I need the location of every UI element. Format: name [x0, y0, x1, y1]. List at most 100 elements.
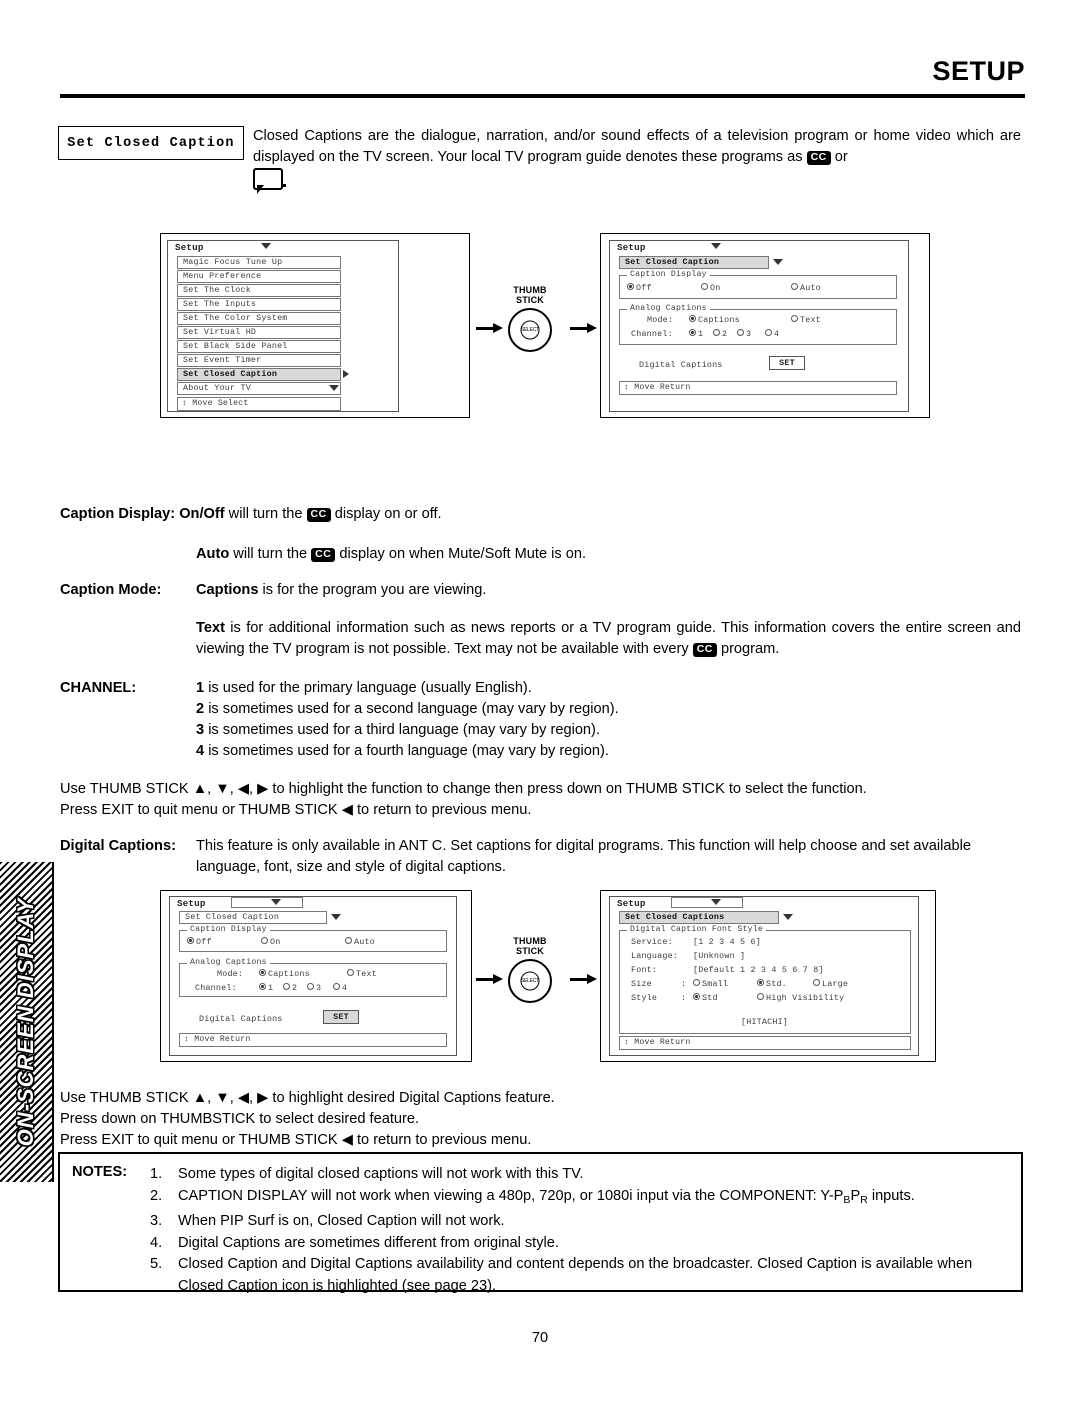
osd3-mode-captions-radio[interactable]	[259, 969, 266, 976]
set-closed-caption-heading: Set Closed Caption	[58, 126, 244, 160]
osd4-preview-text: [HITACHI]	[741, 1017, 789, 1027]
note-1-num: 1.	[150, 1166, 163, 1182]
menu-item-menu-preference[interactable]: Menu Preference	[177, 270, 341, 283]
analog-mode-text-radio[interactable]	[791, 315, 798, 322]
osd3-move-updown-icon: ↕	[184, 1035, 190, 1044]
channel-2-text: is sometimes used for a second language …	[208, 701, 619, 717]
caption-display-desc-rest: will turn the	[228, 506, 303, 522]
notes-label: NOTES:	[72, 1164, 128, 1180]
osd4-size-small-label: Small	[702, 979, 729, 989]
osd4-style-high-visibility-label: High Visibility	[766, 993, 845, 1003]
osd3-title-row[interactable]	[231, 897, 303, 908]
note-5-num: 5.	[150, 1256, 163, 1272]
osd3-caption-display-off-radio[interactable]	[187, 937, 194, 944]
analog-channel-2-radio[interactable]	[713, 329, 720, 336]
caption-display-auto-radio[interactable]	[791, 283, 798, 290]
osd2-chevron-down-icon	[711, 243, 721, 249]
channel-4-num: 4	[196, 743, 205, 759]
thumbstick-knob-icon: SELECT	[508, 308, 552, 352]
note-item-3: 3. When PIP Surf is on, Closed Caption w…	[150, 1211, 1010, 1233]
analog-captions-group-label: Analog Captions	[627, 304, 710, 313]
note-3-text: When PIP Surf is on, Closed Caption will…	[178, 1213, 505, 1229]
osd3-mode-captions-label: Captions	[268, 969, 310, 979]
analog-channel-label: Channel:	[631, 329, 673, 339]
menu-item-set-the-inputs[interactable]: Set The Inputs	[177, 298, 341, 311]
digital-captions-label-text: Digital Captions:	[60, 838, 176, 854]
caption-display-on-radio[interactable]	[701, 283, 708, 290]
analog-channel-3-radio[interactable]	[737, 329, 744, 336]
osd4-service-value[interactable]: [1 2 3 4 5 6]	[693, 937, 761, 947]
thumbstick-label-line1: THUMB	[513, 285, 547, 295]
osd3-caption-display-auto-label: Auto	[354, 937, 375, 947]
auto-desc-tail: display on when Mute/Soft Mute is on.	[339, 546, 587, 562]
analog-channel-4-radio[interactable]	[765, 329, 772, 336]
flow-arrow-right-2	[570, 974, 597, 983]
osd4-chevron-down-icon	[711, 899, 721, 905]
captions-description: Captions is for the program you are view…	[196, 580, 1026, 601]
osd4-size-std-radio[interactable]	[757, 979, 764, 986]
note-4-text: Digital Captions are sometimes different…	[178, 1234, 559, 1251]
note-item-5: 5. Closed Caption and Digital Captions a…	[150, 1254, 1010, 1297]
digital-captions-set-button[interactable]: SET	[769, 356, 805, 370]
osd3-channel-2-radio[interactable]	[283, 983, 290, 990]
osd1-scroll-down-icon[interactable]	[329, 385, 339, 391]
analog-mode-captions-label: Captions	[698, 315, 740, 325]
osd3-channel-4-radio[interactable]	[333, 983, 340, 990]
analog-channel-4-label: 4	[774, 329, 780, 339]
osd4-style-std-radio[interactable]	[693, 993, 700, 1000]
flow-arrow-right-1	[570, 323, 597, 332]
caption-display-off-radio[interactable]	[627, 283, 634, 290]
osd4-footer: ↕ Move Return	[619, 1036, 911, 1050]
osd4-selected-row[interactable]: Set Closed Captions	[619, 911, 779, 924]
captions-desc-rest: is for the program you are viewing.	[262, 582, 487, 598]
menu-item-set-the-color-system[interactable]: Set The Color System	[177, 312, 341, 325]
osd3-mode-text-label: Text	[356, 969, 377, 979]
osd4-size-label: Size	[631, 979, 652, 989]
osd-screen-closed-caption-2: Setup Set Closed Caption Caption Display…	[160, 890, 472, 1062]
osd4-size-large-radio[interactable]	[813, 979, 820, 986]
flow-arrow-left-2	[476, 974, 503, 983]
osd4-style-std-label: Std	[702, 993, 718, 1003]
title-divider	[60, 94, 1025, 98]
analog-channel-1-radio[interactable]	[689, 329, 696, 336]
osd2-selected-row[interactable]: Set Closed Caption	[619, 256, 769, 269]
caption-display-off-label: Off	[636, 283, 652, 293]
osd3-channel-3-radio[interactable]	[307, 983, 314, 990]
cc-icon-4: CC	[692, 643, 717, 657]
note-item-4: 4. Digital Captions are sometimes differ…	[150, 1233, 1010, 1255]
osd3-mode-text-radio[interactable]	[347, 969, 354, 976]
thumbstick-diagram-1: THUMB STICK SELECT	[495, 285, 565, 352]
osd4-language-label: Language:	[631, 951, 679, 961]
osd2-row-chevron-icon	[773, 259, 783, 265]
note-item-2: 2. CAPTION DISPLAY will not work when vi…	[150, 1186, 1010, 1212]
menu-item-set-virtual-hd[interactable]: Set Virtual HD	[177, 326, 341, 339]
osd4-size-small-radio[interactable]	[693, 979, 700, 986]
analog-mode-captions-radio[interactable]	[689, 315, 696, 322]
osd4-style-high-visibility-radio[interactable]	[757, 993, 764, 1000]
osd3-channel-1-radio[interactable]	[259, 983, 266, 990]
osd4-language-value[interactable]: [Unknown ]	[693, 951, 745, 961]
osd-screen-setup-menu: Setup Magic Focus Tune Up Menu Preferenc…	[160, 233, 470, 418]
osd3-row-chevron-icon	[331, 914, 341, 920]
osd4-font-value[interactable]: [Default 1 2 3 4 5 6 7 8]	[693, 965, 824, 975]
note-5-text: Closed Caption and Digital Captions avai…	[178, 1256, 973, 1294]
menu-item-about-your-tv[interactable]: About Your TV	[177, 382, 341, 395]
osd3-channel-2-label: 2	[292, 983, 298, 993]
digital-captions-section-label: Digital Captions:	[60, 836, 176, 857]
osd4-row-chevron-icon	[783, 914, 793, 920]
menu-item-set-closed-caption[interactable]: Set Closed Caption	[177, 368, 341, 381]
menu-item-set-event-timer[interactable]: Set Event Timer	[177, 354, 341, 367]
osd4-title-row[interactable]	[671, 897, 743, 908]
osd3-analog-group-label: Analog Captions	[187, 958, 270, 967]
menu-item-set-the-clock[interactable]: Set The Clock	[177, 284, 341, 297]
flow-arrow-left-1	[476, 323, 503, 332]
osd3-caption-display-auto-radio[interactable]	[345, 937, 352, 944]
note-4-num: 4.	[150, 1234, 163, 1251]
notes-box: NOTES: 1. Some types of digital closed c…	[58, 1152, 1023, 1294]
osd3-caption-display-off-label: Off	[196, 937, 212, 947]
menu-item-set-black-side-panel[interactable]: Set Black Side Panel	[177, 340, 341, 353]
osd3-caption-display-on-radio[interactable]	[261, 937, 268, 944]
osd3-set-button[interactable]: SET	[323, 1010, 359, 1024]
osd3-top-row[interactable]: Set Closed Caption	[179, 911, 327, 924]
menu-item-magic-focus[interactable]: Magic Focus Tune Up	[177, 256, 341, 269]
